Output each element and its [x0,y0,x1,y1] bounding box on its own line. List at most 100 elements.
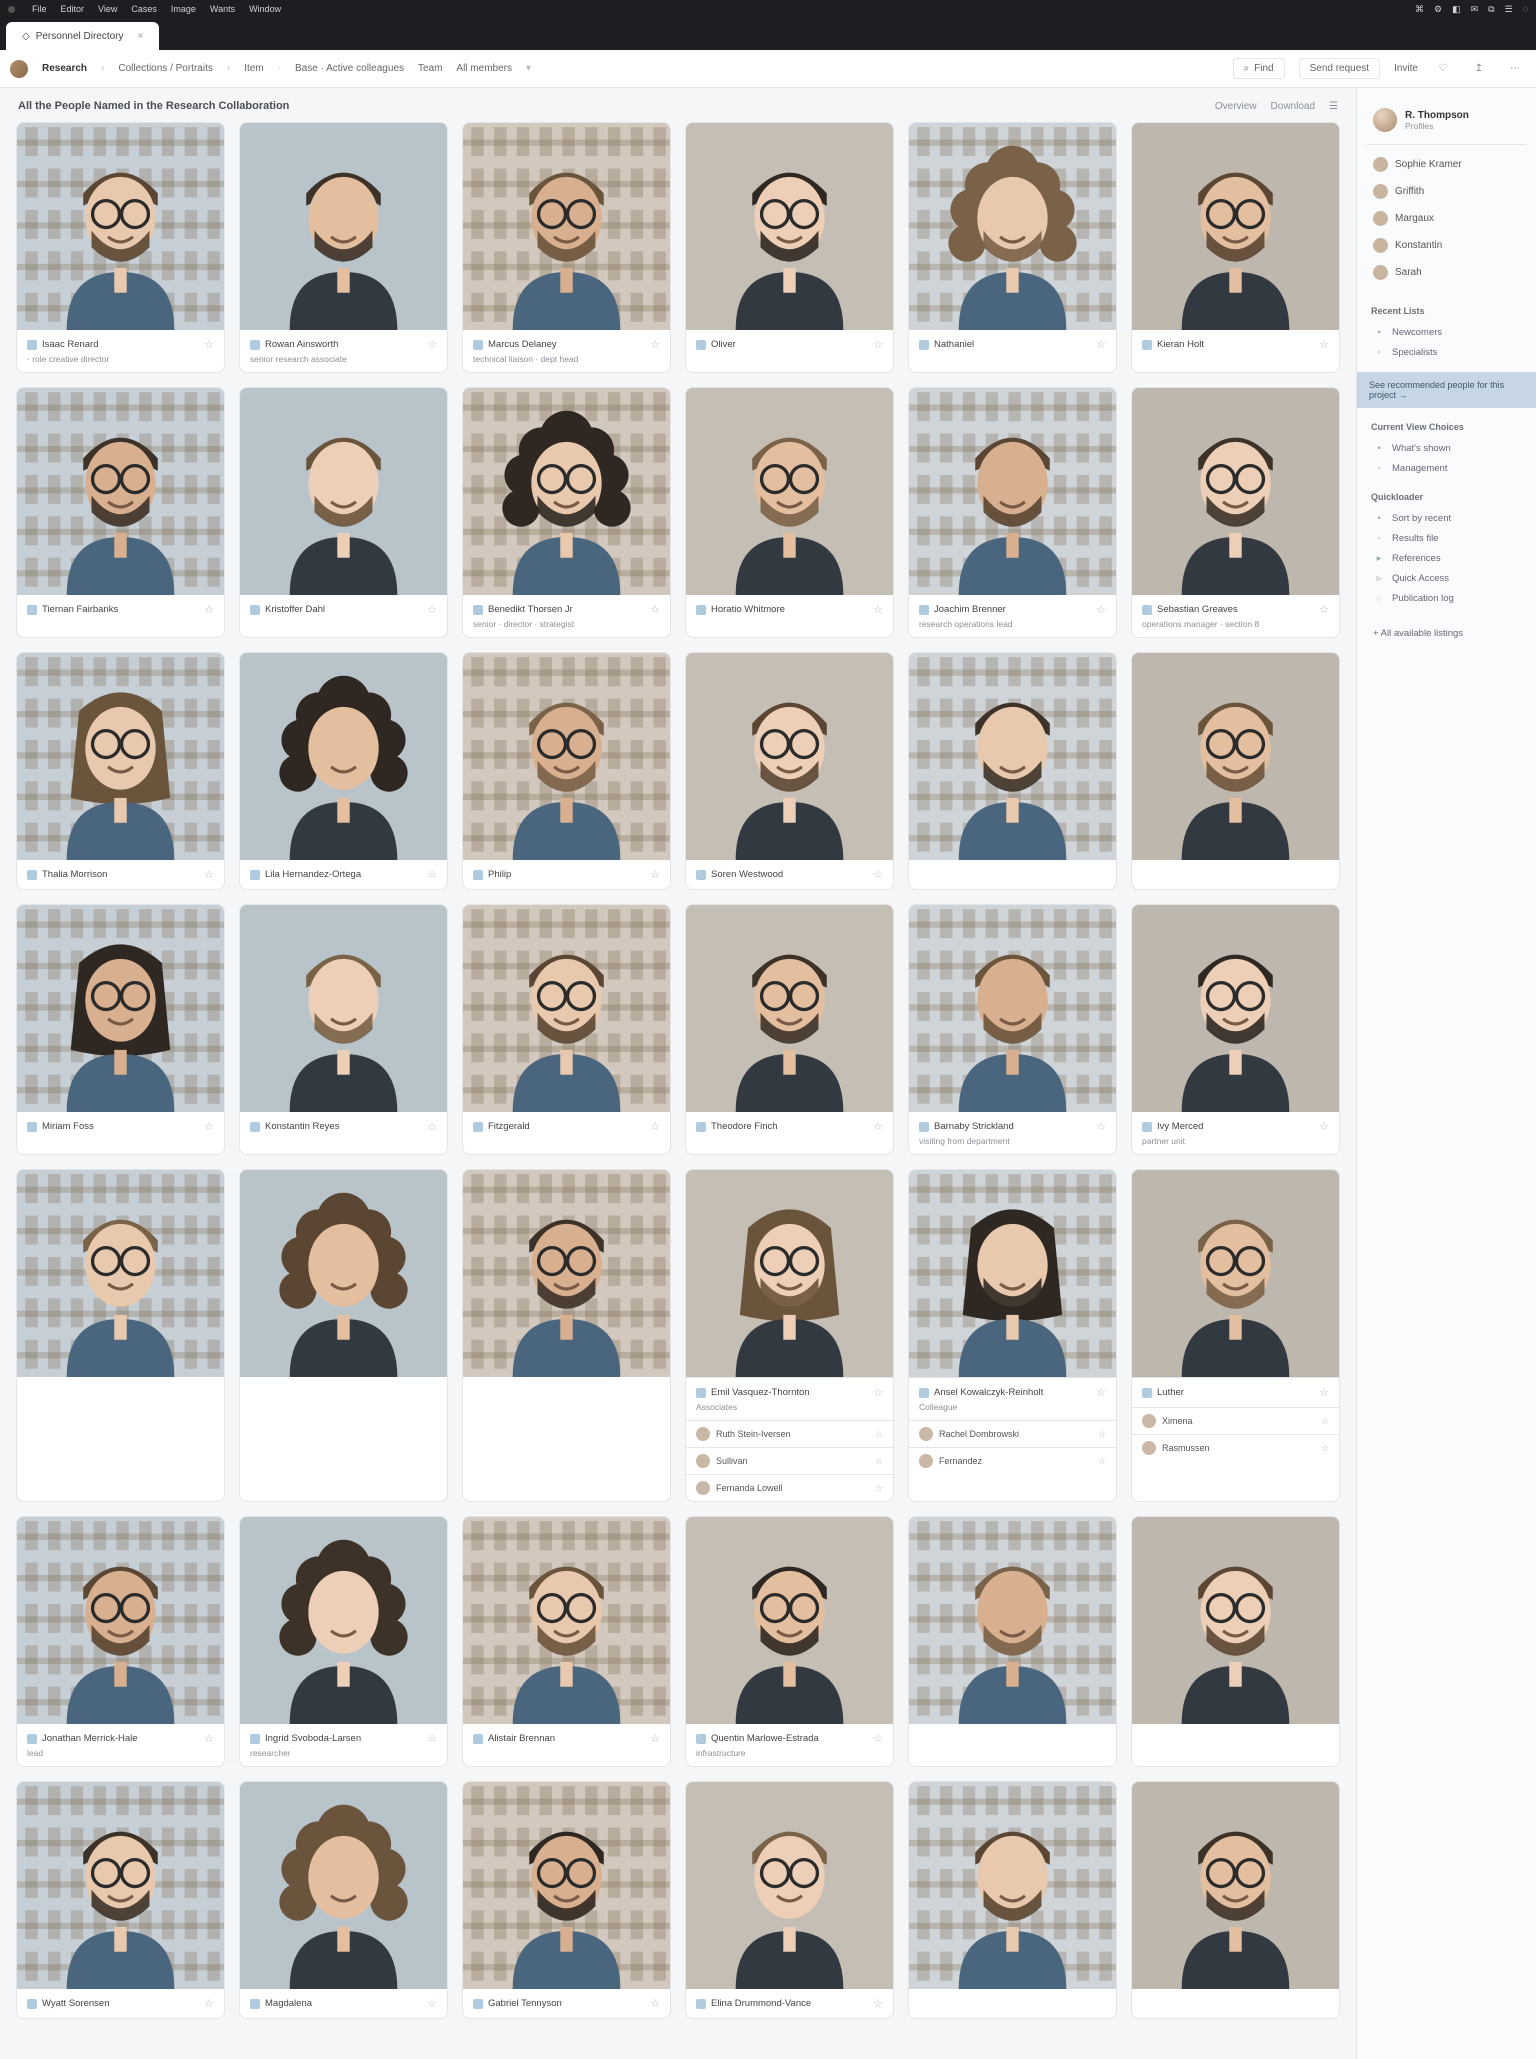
person-card[interactable] [16,1169,225,1502]
portrait-thumb[interactable] [240,388,447,595]
person-card[interactable]: Fitzgerald☆ [462,904,671,1155]
portrait-thumb[interactable] [1132,1170,1339,1377]
person-card[interactable] [908,1516,1117,1767]
bookmark-icon[interactable]: ☆ [873,1386,883,1399]
portrait-thumb[interactable] [240,123,447,330]
card-subrow[interactable]: Fernandez☆ [909,1447,1116,1474]
person-card[interactable]: Nathaniel☆ [908,122,1117,373]
portrait-thumb[interactable] [17,905,224,1112]
portrait-thumb[interactable] [1132,1782,1339,1989]
bookmark-icon[interactable]: ☆ [204,1732,214,1745]
menu-item[interactable]: Image [171,4,196,14]
bookmark-icon[interactable]: ☆ [427,1732,437,1745]
sidebar-link[interactable]: ◌Publication log [1367,588,1526,608]
person-card[interactable]: Isaac Renard☆· role creative director [16,122,225,373]
portrait-thumb[interactable] [463,1782,670,1989]
sidebar-link[interactable]: ▸References [1367,548,1526,568]
person-card[interactable]: Oliver☆ [685,122,894,373]
bookmark-icon[interactable]: ☆ [650,1120,660,1133]
person-card[interactable] [1131,652,1340,890]
send-request-button[interactable]: Send request [1299,58,1381,79]
portrait-thumb[interactable] [1132,388,1339,595]
bookmark-icon[interactable]: ☆ [204,603,214,616]
breadcrumb[interactable]: Team [418,63,442,74]
person-card[interactable] [1131,1781,1340,2019]
portrait-thumb[interactable] [463,123,670,330]
person-card[interactable]: Tiernan Fairbanks☆ [16,387,225,638]
portrait-thumb[interactable] [1132,1517,1339,1724]
breadcrumb[interactable]: Base · Active colleagues [295,63,404,74]
sidebar-link[interactable]: ◦Results file [1367,528,1526,548]
tray-icon[interactable]: ⚙ [1434,4,1442,15]
person-card[interactable]: Lila Hernandez-Ortega☆ [239,652,448,890]
bookmark-icon[interactable]: ☆ [650,338,660,351]
person-card[interactable]: Philip☆ [462,652,671,890]
bookmark-icon[interactable]: ☆ [875,1429,883,1440]
person-card[interactable]: Marcus Delaney☆technical liaison · dept … [462,122,671,373]
portrait-thumb[interactable] [909,1170,1116,1377]
close-icon[interactable]: × [138,31,144,42]
bookmark-icon[interactable]: ☆ [873,338,883,351]
person-card[interactable] [239,1169,448,1502]
portrait-thumb[interactable] [463,1170,670,1377]
person-card[interactable]: Quentin Marlowe-Estrada☆infrastructure [685,1516,894,1767]
sidebar-person[interactable]: Sarah [1367,261,1526,284]
portrait-thumb[interactable] [686,123,893,330]
person-card[interactable]: Alistair Brennan☆ [462,1516,671,1767]
sidebar-link[interactable]: ▹Quick Access [1367,568,1526,588]
bookmark-icon[interactable]: ☆ [1098,1429,1106,1440]
tray-icon[interactable]: ⌘ [1415,4,1424,15]
sidebar-person[interactable]: Griffith [1367,180,1526,203]
menu-item[interactable]: Cases [131,4,157,14]
bookmark-icon[interactable]: ☆ [873,1120,883,1133]
portrait-thumb[interactable] [17,1782,224,1989]
bookmark-icon[interactable]: ☆ [1098,1456,1106,1467]
bookmark-icon[interactable]: ☆ [1096,1120,1106,1133]
breadcrumb[interactable]: All members [456,63,512,74]
bookmark-icon[interactable]: ☆ [650,1997,660,2010]
person-card[interactable]: Ansel Kowalczyk-Reinholt☆ColleagueRachel… [908,1169,1117,1502]
download-button[interactable]: Download [1271,101,1315,112]
person-card[interactable]: Kristoffer Dahl☆ [239,387,448,638]
bookmark-icon[interactable]: ☆ [650,868,660,881]
bookmark-icon[interactable]: ☆ [427,1120,437,1133]
bookmark-icon[interactable]: ☆ [650,603,660,616]
person-card[interactable] [908,652,1117,890]
person-card[interactable] [462,1169,671,1502]
sidebar-footer-link[interactable]: + All available listings [1367,624,1526,643]
portrait-thumb[interactable] [240,1170,447,1377]
sidebar-link[interactable]: •What's shown [1367,438,1526,458]
bookmark-icon[interactable]: ☆ [1319,603,1329,616]
sidebar-person[interactable]: Konstantin [1367,234,1526,257]
person-card[interactable]: Theodore Finch☆ [685,904,894,1155]
card-subrow[interactable]: Fernanda Lowell☆ [686,1474,893,1501]
tray-icon[interactable]: ◌ [1523,4,1528,14]
heart-icon[interactable]: ♡ [1432,58,1454,80]
sidebar-profile[interactable]: R. Thompson Profiles [1367,102,1526,145]
portrait-thumb[interactable] [240,1782,447,1989]
bookmark-icon[interactable]: ☆ [1096,338,1106,351]
person-card[interactable]: Barnaby Strickland☆visiting from departm… [908,904,1117,1155]
person-card[interactable]: Ingrid Svoboda-Larsen☆researcher [239,1516,448,1767]
portrait-thumb[interactable] [909,1782,1116,1989]
tray-icon[interactable]: ☰ [1505,4,1513,15]
menu-item[interactable]: Window [249,4,281,14]
portrait-thumb[interactable] [686,1517,893,1724]
sidebar-person[interactable]: Sophie Kramer [1367,153,1526,176]
card-subrow[interactable]: Sullivan☆ [686,1447,893,1474]
person-card[interactable]: Soren Westwood☆ [685,652,894,890]
bookmark-icon[interactable]: ☆ [204,1120,214,1133]
person-card[interactable]: Kieran Holt☆ [1131,122,1340,373]
person-card[interactable]: Rowan Ainsworth☆senior research associat… [239,122,448,373]
card-subrow[interactable]: Rasmussen☆ [1132,1434,1339,1461]
menu-item[interactable]: Wants [210,4,235,14]
person-card[interactable]: Jonathan Merrick-Hale☆lead [16,1516,225,1767]
bookmark-icon[interactable]: ☆ [1321,1416,1329,1427]
bookmark-icon[interactable]: ☆ [204,868,214,881]
person-card[interactable]: Emil Vasquez-Thornton☆AssociatesRuth Ste… [685,1169,894,1502]
person-card[interactable] [1131,1516,1340,1767]
portrait-thumb[interactable] [17,1517,224,1724]
card-subrow[interactable]: Rachel Dombrowski☆ [909,1420,1116,1447]
browser-tab[interactable]: ◇ Personnel Directory × [6,22,159,50]
sidebar-link[interactable]: •Newcomers [1367,322,1526,342]
